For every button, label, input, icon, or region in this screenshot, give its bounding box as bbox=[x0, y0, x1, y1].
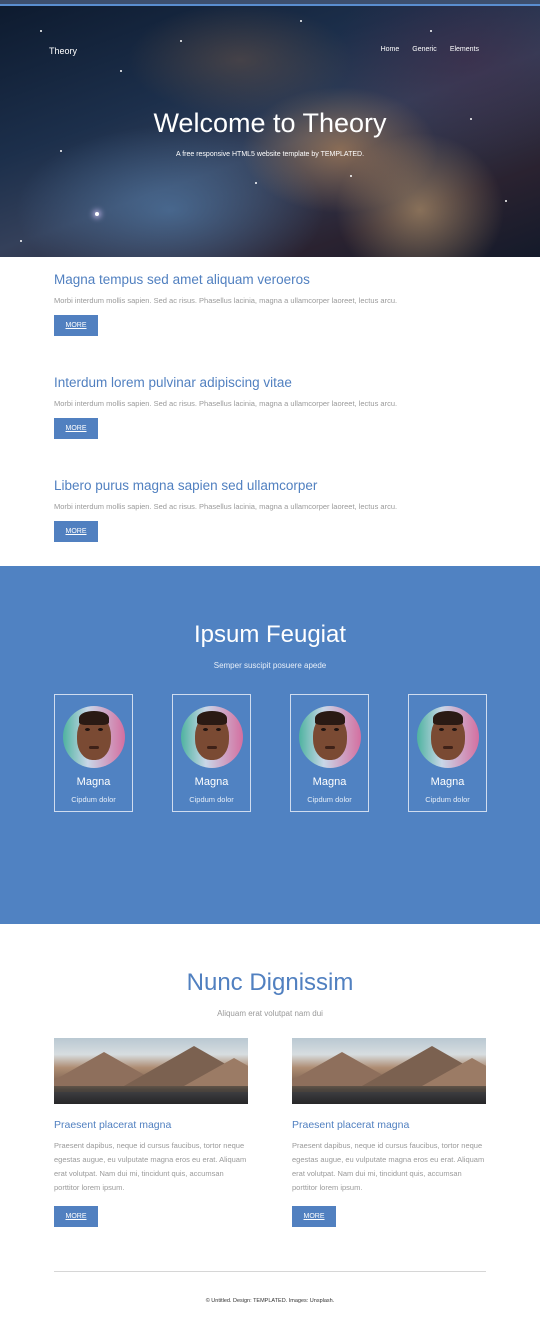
member-name: Magna bbox=[430, 776, 465, 788]
avatar-mouth bbox=[206, 746, 217, 749]
articles-section: Magna tempus sed amet aliquam veroeros M… bbox=[0, 257, 540, 566]
team-subtitle: Semper suscipit posuere apede bbox=[213, 661, 327, 670]
feature-title: Praesent placerat magna bbox=[54, 1119, 172, 1131]
member-role: Cipdum dolor bbox=[71, 795, 116, 804]
member-name: Magna bbox=[312, 776, 347, 788]
road bbox=[292, 1092, 486, 1104]
copyright-text: © Untitled. Design: TEMPLATED. Images: U… bbox=[205, 1298, 335, 1304]
features-columns: Praesent placerat magna Praesent dapibus… bbox=[0, 1038, 540, 1227]
avatar bbox=[180, 706, 243, 768]
article-item: Magna tempus sed amet aliquam veroeros M… bbox=[54, 269, 486, 372]
nav-home[interactable]: Home bbox=[381, 46, 400, 53]
more-button[interactable]: MORE bbox=[54, 418, 98, 439]
member-name: Magna bbox=[194, 776, 229, 788]
avatar-eye bbox=[202, 728, 208, 731]
mountain-shape bbox=[184, 1058, 248, 1086]
avatar-hair bbox=[432, 711, 463, 725]
landscape-image bbox=[54, 1038, 248, 1104]
article-item: Libero purus magna sapien sed ullamcorpe… bbox=[54, 475, 486, 578]
avatar-mouth bbox=[88, 746, 99, 749]
brand-logo[interactable]: Theory bbox=[49, 46, 77, 56]
star bbox=[95, 212, 99, 216]
avatar bbox=[62, 706, 125, 768]
top-bar-accent bbox=[0, 4, 540, 6]
landscape-image bbox=[292, 1038, 486, 1104]
star bbox=[430, 30, 432, 32]
member-role: Cipdum dolor bbox=[307, 795, 352, 804]
article-text: Morbi interdum mollis sapien. Sed ac ris… bbox=[54, 296, 398, 305]
more-button[interactable]: MORE bbox=[54, 1206, 98, 1227]
footer: © Untitled. Design: TEMPLATED. Images: U… bbox=[0, 1271, 540, 1341]
team-title: Ipsum Feugiat bbox=[193, 621, 347, 648]
main-nav: Home Generic Elements bbox=[381, 46, 479, 53]
hero-title: Welcome to Theory bbox=[153, 108, 387, 138]
more-button[interactable]: MORE bbox=[54, 521, 98, 542]
hero-subtitle: A free responsive HTML5 website template… bbox=[175, 151, 365, 158]
feature-item: Praesent placerat magna Praesent dapibus… bbox=[54, 1038, 248, 1227]
more-button[interactable]: MORE bbox=[292, 1206, 336, 1227]
article-title: Magna tempus sed amet aliquam veroeros bbox=[54, 272, 310, 287]
road bbox=[54, 1092, 248, 1104]
hero-banner: Theory Home Generic Elements Welcome to … bbox=[0, 0, 540, 257]
team-cards: Magna Cipdum dolor Magna Cipdum dolor Ma… bbox=[0, 694, 540, 812]
avatar-eye bbox=[438, 728, 444, 731]
features-subtitle: Aliquam erat volutpat nam dui bbox=[217, 1009, 323, 1018]
avatar-mouth bbox=[442, 746, 453, 749]
article-text: Morbi interdum mollis sapien. Sed ac ris… bbox=[54, 502, 398, 511]
footer-divider bbox=[54, 1271, 486, 1272]
star bbox=[255, 182, 257, 184]
star bbox=[300, 20, 302, 22]
star bbox=[120, 70, 122, 72]
member-role: Cipdum dolor bbox=[425, 795, 470, 804]
team-card[interactable]: Magna Cipdum dolor bbox=[290, 694, 369, 812]
avatar-eye bbox=[215, 728, 221, 731]
feature-item: Praesent placerat magna Praesent dapibus… bbox=[292, 1038, 486, 1227]
avatar-hair bbox=[78, 711, 109, 725]
member-name: Magna bbox=[76, 776, 111, 788]
feature-text: Praesent dapibus, neque id cursus faucib… bbox=[292, 1141, 485, 1192]
star bbox=[20, 240, 22, 242]
star bbox=[350, 175, 352, 177]
feature-text: Praesent dapibus, neque id cursus faucib… bbox=[54, 1141, 247, 1192]
mountain-shape bbox=[422, 1058, 486, 1086]
article-item: Interdum lorem pulvinar adipiscing vitae… bbox=[54, 372, 486, 475]
avatar-eye bbox=[320, 728, 326, 731]
feature-title: Praesent placerat magna bbox=[292, 1119, 410, 1131]
article-title: Libero purus magna sapien sed ullamcorpe… bbox=[54, 478, 318, 493]
team-card[interactable]: Magna Cipdum dolor bbox=[172, 694, 251, 812]
avatar-mouth bbox=[324, 746, 335, 749]
avatar-hair bbox=[196, 711, 227, 725]
avatar bbox=[416, 706, 479, 768]
team-section: Ipsum Feugiat Semper suscipit posuere ap… bbox=[0, 566, 540, 924]
avatar bbox=[298, 706, 361, 768]
avatar-hair bbox=[314, 711, 345, 725]
avatar-eye bbox=[97, 728, 103, 731]
article-title: Interdum lorem pulvinar adipiscing vitae bbox=[54, 375, 292, 390]
team-card[interactable]: Magna Cipdum dolor bbox=[54, 694, 133, 812]
features-section: Nunc Dignissim Aliquam erat volutpat nam… bbox=[0, 924, 540, 1271]
star bbox=[40, 30, 42, 32]
nav-generic[interactable]: Generic bbox=[412, 46, 437, 53]
star bbox=[505, 200, 507, 202]
avatar-eye bbox=[84, 728, 90, 731]
article-text: Morbi interdum mollis sapien. Sed ac ris… bbox=[54, 399, 398, 408]
avatar-eye bbox=[451, 728, 457, 731]
team-card[interactable]: Magna Cipdum dolor bbox=[408, 694, 487, 812]
more-button[interactable]: MORE bbox=[54, 315, 98, 336]
avatar-eye bbox=[333, 728, 339, 731]
features-title: Nunc Dignissim bbox=[186, 969, 354, 996]
star bbox=[180, 40, 182, 42]
member-role: Cipdum dolor bbox=[189, 795, 234, 804]
nav-elements[interactable]: Elements bbox=[450, 46, 479, 53]
